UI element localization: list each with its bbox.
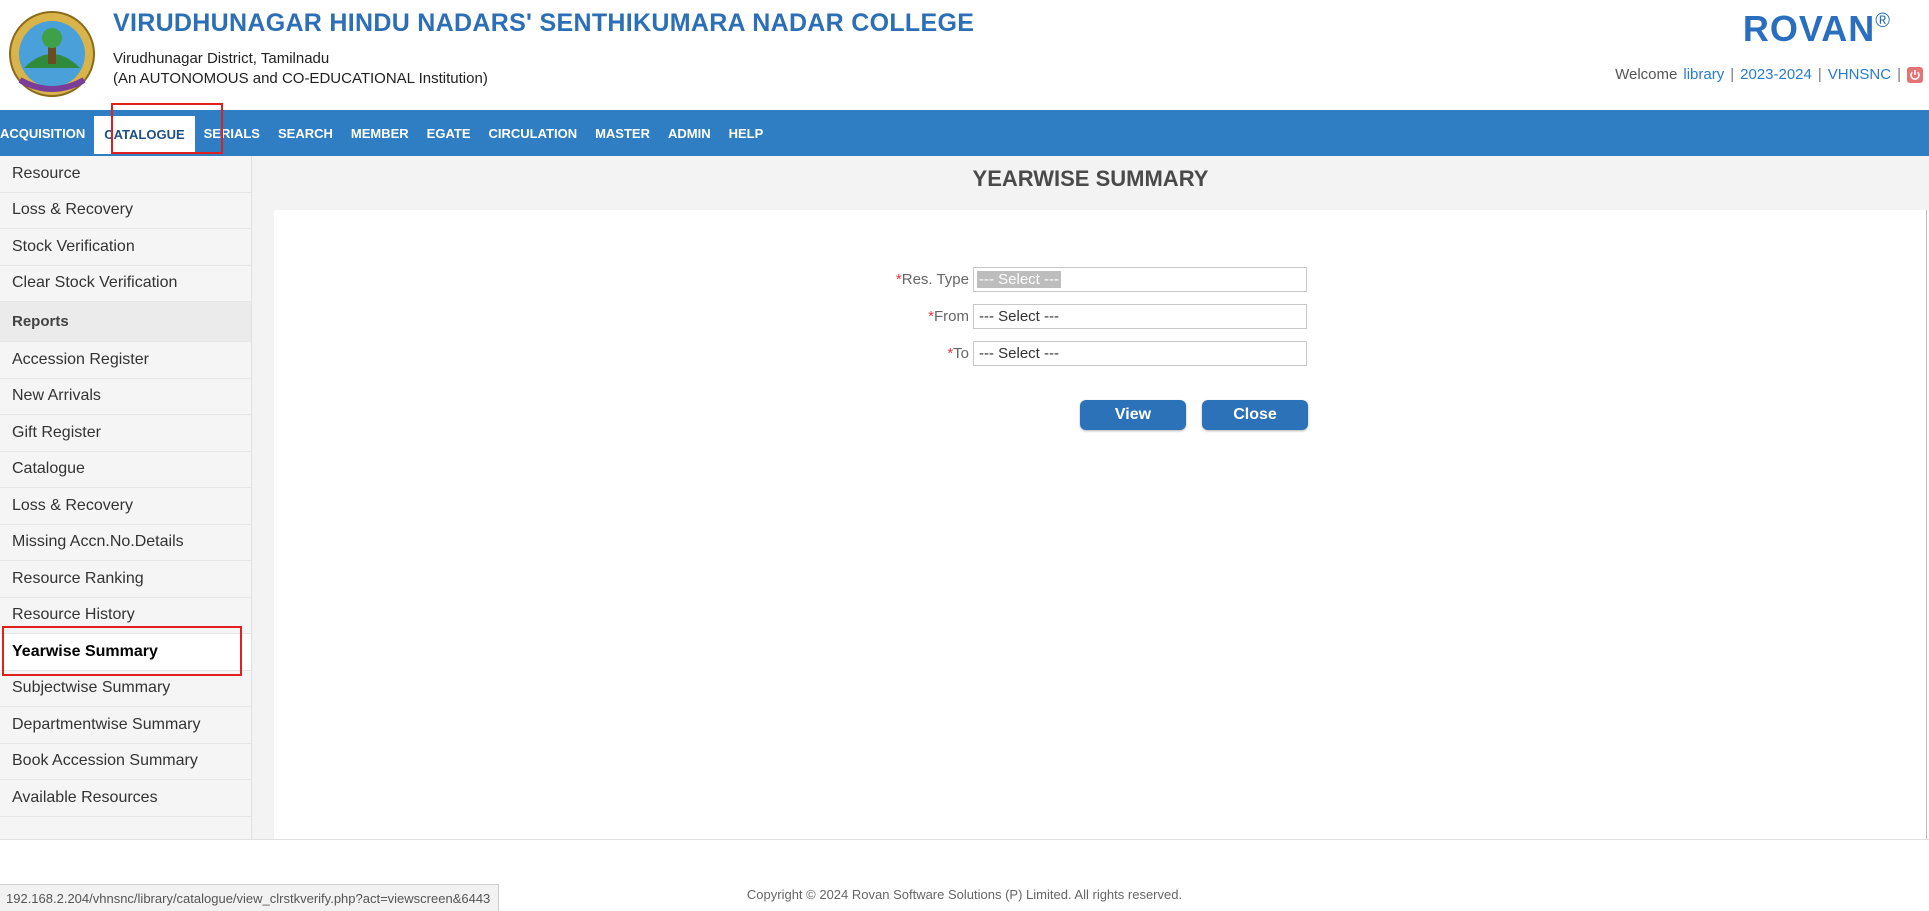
sidebar-item-resource[interactable]: Resource: [0, 156, 251, 193]
sidebar-item-accession-register[interactable]: Accession Register: [0, 342, 251, 379]
to-select[interactable]: --- Select ---: [973, 341, 1307, 366]
sidebar-item-loss-recovery-report[interactable]: Loss & Recovery: [0, 488, 251, 525]
menu-circulation[interactable]: CIRCULATION: [480, 110, 587, 156]
highlight-box-sidebar: [2, 626, 242, 676]
menu-search[interactable]: SEARCH: [269, 110, 342, 156]
sidebar-item-missing-accn[interactable]: Missing Accn.No.Details: [0, 525, 251, 561]
res-type-select[interactable]: --- Select ---: [973, 267, 1307, 292]
academic-year-link[interactable]: 2023-2024: [1740, 66, 1812, 83]
res-type-value: --- Select ---: [977, 271, 1061, 288]
user-link[interactable]: library: [1683, 66, 1724, 83]
brand-name: ROVAN: [1742, 8, 1876, 49]
sidebar-item-stock-verification[interactable]: Stock Verification: [0, 229, 251, 266]
menu-egate[interactable]: EGATE: [418, 110, 480, 156]
view-button[interactable]: View: [1080, 400, 1186, 430]
welcome-label: Welcome: [1615, 66, 1678, 83]
sidebar: Resource Loss & Recovery Stock Verificat…: [0, 156, 252, 839]
sidebar-item-departmentwise-summary[interactable]: Departmentwise Summary: [0, 707, 251, 744]
menu-help[interactable]: HELP: [720, 110, 773, 156]
content-gutter: [252, 210, 274, 839]
institution-link[interactable]: VHNSNC: [1828, 66, 1891, 83]
to-value: --- Select ---: [979, 345, 1059, 362]
res-type-label: *Res. Type: [880, 271, 969, 288]
divider: |: [1897, 66, 1901, 83]
sidebar-item-new-arrivals[interactable]: New Arrivals: [0, 379, 251, 415]
sidebar-heading-reports: Reports: [0, 302, 251, 342]
divider: |: [1817, 66, 1822, 83]
from-row: *From --- Select ---: [880, 304, 1307, 329]
to-label-text: To: [953, 345, 969, 362]
from-label: *From: [880, 308, 969, 325]
registered-mark: ®: [1875, 10, 1891, 32]
app-header: VIRUDHUNAGAR HINDU NADARS' SENTHIKUMARA …: [0, 0, 1929, 110]
user-info: Welcome library | 2023-2024 | VHNSNC |: [1615, 66, 1923, 83]
from-value: --- Select ---: [979, 308, 1059, 325]
highlight-box-menu: [111, 103, 223, 154]
sidebar-item-catalogue[interactable]: Catalogue: [0, 452, 251, 488]
page-title: YEARWISE SUMMARY: [972, 166, 1209, 191]
close-button[interactable]: Close: [1202, 400, 1308, 430]
menu-admin[interactable]: ADMIN: [659, 110, 720, 156]
power-icon[interactable]: [1907, 66, 1923, 83]
menu-member[interactable]: MEMBER: [342, 110, 418, 156]
res-type-row: *Res. Type --- Select ---: [880, 267, 1307, 292]
main-menu: ACQUISITION CATALOGUE SERIALS SEARCH MEM…: [0, 110, 1929, 156]
browser-status-url: 192.168.2.204/vhnsnc/library/catalogue/v…: [0, 884, 500, 911]
sidebar-item-book-accession-summary[interactable]: Book Accession Summary: [0, 744, 251, 780]
sidebar-item-loss-recovery[interactable]: Loss & Recovery: [0, 193, 251, 229]
to-label: *To: [880, 345, 969, 362]
sidebar-item-clear-stock-verification[interactable]: Clear Stock Verification: [0, 266, 251, 302]
college-logo: [6, 10, 98, 98]
to-row: *To --- Select ---: [880, 341, 1307, 366]
divider: |: [1730, 66, 1735, 83]
res-type-label-text: Res. Type: [901, 271, 969, 288]
sidebar-item-resource-ranking[interactable]: Resource Ranking: [0, 561, 251, 598]
menu-master[interactable]: MASTER: [586, 110, 659, 156]
from-label-text: From: [934, 308, 969, 325]
college-name: VIRUDHUNAGAR HINDU NADARS' SENTHIKUMARA …: [113, 9, 975, 37]
institution-type: (An AUTONOMOUS and CO-EDUCATIONAL Instit…: [113, 70, 488, 87]
from-select[interactable]: --- Select ---: [973, 304, 1307, 329]
sidebar-item-gift-register[interactable]: Gift Register: [0, 415, 251, 452]
college-location: Virudhunagar District, Tamilnadu: [113, 50, 330, 67]
brand-logo: ROVAN®: [1743, 8, 1891, 50]
sidebar-item-available-resources[interactable]: Available Resources: [0, 780, 251, 817]
menu-acquisition[interactable]: ACQUISITION: [0, 110, 94, 156]
